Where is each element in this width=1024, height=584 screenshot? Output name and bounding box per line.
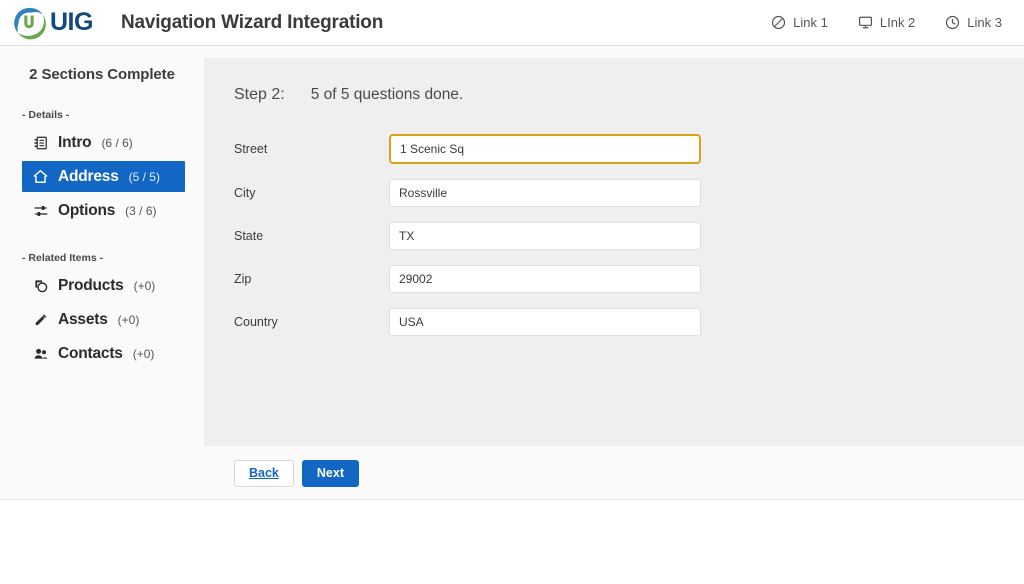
header-link-3-label: Link 3 (967, 15, 1002, 30)
uig-circle-swoosh-logo-icon (12, 6, 46, 40)
sidebar-item-products[interactable]: Products (+0) (22, 270, 185, 301)
back-button[interactable]: Back (234, 460, 294, 487)
field-row-country: Country (234, 308, 994, 336)
people-icon (32, 345, 49, 362)
sidebar-group-label-related-items: - Related Items - (0, 252, 204, 264)
sidebar-item-contacts-label: Contacts (58, 345, 123, 363)
sidebar-item-assets-count: (+0) (118, 313, 140, 327)
street-input[interactable] (389, 134, 701, 164)
sidebar-group-label-details: - Details - (0, 109, 204, 121)
next-button[interactable]: Next (302, 460, 359, 487)
step-status: 5 of 5 questions done. (311, 86, 464, 104)
notebook-icon (32, 134, 49, 151)
step-header: Step 2: 5 of 5 questions done. (234, 86, 994, 104)
header-link-3[interactable]: Link 3 (945, 15, 1002, 30)
sidebar-item-intro-count: (6 / 6) (101, 136, 132, 150)
header-link-1[interactable]: Link 1 (771, 15, 828, 30)
header-link-2[interactable]: LInk 2 (858, 15, 915, 30)
field-row-zip: Zip (234, 265, 994, 293)
sections-complete-summary: 2 Sections Complete (0, 58, 204, 83)
sidebar-item-options[interactable]: Options (3 / 6) (22, 195, 185, 226)
sidebar-item-assets[interactable]: Assets (+0) (22, 304, 185, 335)
wizard-step-panel: Step 2: 5 of 5 questions done. Street Ci… (204, 58, 1024, 446)
sidebar-item-options-count: (3 / 6) (125, 204, 156, 218)
clock-icon (945, 15, 960, 30)
header-link-1-label: Link 1 (793, 15, 828, 30)
state-label: State (234, 229, 389, 243)
sidebar-item-address-count: (5 / 5) (129, 170, 160, 184)
wizard-application: UIG Navigation Wizard Integration Link 1 (0, 0, 1024, 500)
home-icon (32, 168, 49, 185)
city-input[interactable] (389, 179, 701, 207)
ban-icon (771, 15, 786, 30)
sidebar-item-intro-label: Intro (58, 134, 91, 152)
country-label: Country (234, 315, 389, 329)
body: 2 Sections Complete - Details - Intro (0, 46, 1024, 499)
sidebar-item-intro[interactable]: Intro (6 / 6) (22, 127, 185, 158)
field-row-state: State (234, 222, 994, 250)
step-label: Step 2: (234, 86, 285, 104)
sidebar-item-options-label: Options (58, 202, 115, 220)
header-links: Link 1 LInk 2 (771, 15, 1002, 30)
state-input[interactable] (389, 222, 701, 250)
field-row-city: City (234, 179, 994, 207)
sidebar-item-assets-label: Assets (58, 311, 108, 329)
sidebar: 2 Sections Complete - Details - Intro (0, 46, 204, 499)
wrench-icon (32, 311, 49, 328)
page-title: Navigation Wizard Integration (121, 12, 383, 34)
sidebar-item-products-label: Products (58, 277, 124, 295)
field-row-street: Street (234, 134, 994, 164)
city-label: City (234, 186, 389, 200)
country-input[interactable] (389, 308, 701, 336)
sidebar-item-contacts[interactable]: Contacts (+0) (22, 338, 185, 369)
main-content: Step 2: 5 of 5 questions done. Street Ci… (204, 46, 1024, 499)
sidebar-item-address-label: Address (58, 168, 119, 186)
layers-copy-icon (32, 277, 49, 294)
zip-input[interactable] (389, 265, 701, 293)
sliders-icon (32, 202, 49, 219)
street-label: Street (234, 142, 389, 156)
header-link-2-label: LInk 2 (880, 15, 915, 30)
monitor-icon (858, 15, 873, 30)
sidebar-item-address[interactable]: Address (5 / 5) (22, 161, 185, 192)
zip-label: Zip (234, 272, 389, 286)
app-header: UIG Navigation Wizard Integration Link 1 (0, 0, 1024, 46)
sidebar-item-products-count: (+0) (134, 279, 156, 293)
brand: UIG (12, 6, 93, 40)
wizard-footer: Back Next (204, 446, 1024, 487)
logo-text: UIG (50, 10, 93, 35)
sidebar-item-contacts-count: (+0) (133, 347, 155, 361)
